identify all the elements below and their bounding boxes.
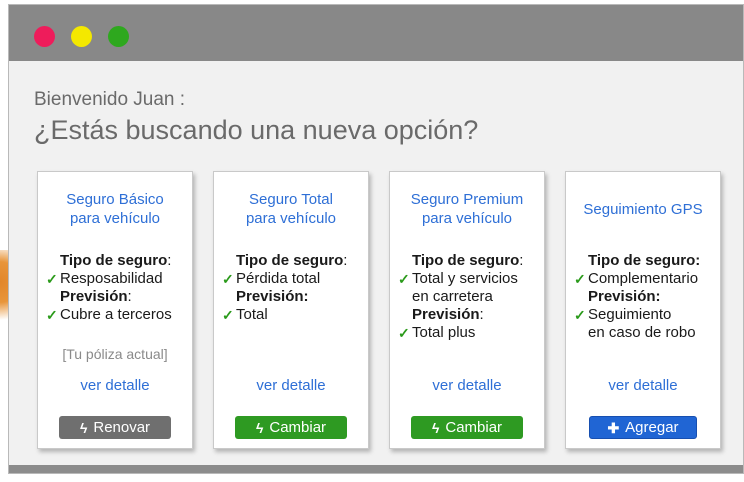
card-title: Seguro Básico para vehículo bbox=[66, 191, 164, 227]
tipo-label: Tipo de seguro: bbox=[588, 252, 701, 269]
check-icon: ✓ bbox=[574, 307, 586, 323]
tipo-value: Pérdida total bbox=[236, 270, 321, 287]
plan-card-seguimiento-gps: Seguimiento GPS Tipo de seguro: ✓ Complem… bbox=[565, 171, 721, 449]
view-detail-link[interactable]: ver detalle bbox=[38, 377, 192, 394]
bolt-icon: ϟ bbox=[79, 419, 88, 436]
minimize-window-button[interactable] bbox=[71, 26, 92, 47]
check-icon: ✓ bbox=[46, 307, 58, 323]
page-headline: ¿Estás buscando una nueva opción? bbox=[34, 115, 479, 145]
plan-card-seguro-basico: Seguro Básico para vehículo Tipo de segu… bbox=[37, 171, 193, 449]
window-titlebar bbox=[9, 5, 743, 61]
close-window-button[interactable] bbox=[34, 26, 55, 47]
check-icon: ✓ bbox=[222, 307, 234, 323]
maximize-window-button[interactable] bbox=[108, 26, 129, 47]
prevision-value: Seguimiento bbox=[588, 306, 672, 323]
prevision-value: Cubre a terceros bbox=[60, 306, 172, 323]
card-info: Tipo de seguro: ✓ Resposabilidad Previsió… bbox=[46, 252, 172, 323]
check-icon: ✓ bbox=[398, 271, 410, 287]
prevision-label: Previsión: bbox=[236, 288, 309, 305]
check-icon: ✓ bbox=[222, 271, 234, 287]
change-button[interactable]: ϟ Cambiar bbox=[235, 416, 347, 439]
tipo-label: Tipo de seguro bbox=[60, 252, 168, 269]
card-info: Tipo de seguro: ✓ Pérdida total Previsión… bbox=[222, 252, 348, 323]
browser-window: Bienvenido Juan : ¿Estás buscando una nu… bbox=[8, 4, 744, 474]
prevision-label: Previsión: bbox=[588, 288, 661, 305]
bolt-icon: ϟ bbox=[255, 419, 264, 436]
stage: Bienvenido Juan : ¿Estás buscando una nu… bbox=[0, 0, 744, 482]
change-button[interactable]: ϟ Cambiar bbox=[411, 416, 523, 439]
card-title: Seguro Premium para vehículo bbox=[410, 191, 524, 227]
add-button[interactable]: ✚ Agregar bbox=[589, 416, 697, 439]
greeting-text: Bienvenido Juan : bbox=[34, 89, 186, 110]
plan-card-seguro-premium: Seguro Premium para vehículo Tipo de seg… bbox=[389, 171, 545, 449]
tipo-label: Tipo de seguro bbox=[236, 252, 344, 269]
prevision-label: Previsión bbox=[60, 288, 128, 305]
card-title: Seguimiento GPS bbox=[583, 201, 703, 218]
view-detail-link[interactable]: ver detalle bbox=[214, 377, 368, 394]
plus-icon: ✚ bbox=[607, 419, 620, 436]
prevision-value: Total plus bbox=[412, 324, 476, 341]
renew-button[interactable]: ϟ Renovar bbox=[59, 416, 171, 439]
tipo-value: Total y servicios bbox=[412, 270, 518, 287]
bolt-icon: ϟ bbox=[431, 419, 440, 436]
view-detail-link[interactable]: ver detalle bbox=[390, 377, 544, 394]
card-info: Tipo de seguro: ✓ Total y servicios en ca… bbox=[398, 252, 524, 341]
tipo-value: Complementario bbox=[588, 270, 699, 287]
plan-card-seguro-total: Seguro Total para vehículo Tipo de segur… bbox=[213, 171, 369, 449]
view-detail-link[interactable]: ver detalle bbox=[566, 377, 720, 394]
card-info: Tipo de seguro: ✓ Complementario Previsió… bbox=[574, 252, 701, 341]
prevision-label: Previsión bbox=[412, 306, 480, 323]
card-title: Seguro Total para vehículo bbox=[245, 191, 337, 227]
tipo-label: Tipo de seguro bbox=[412, 252, 520, 269]
check-icon: ✓ bbox=[398, 325, 410, 341]
prevision-value: Total bbox=[236, 306, 268, 323]
tipo-value: Resposabilidad bbox=[60, 270, 163, 287]
window-bottom-bar bbox=[9, 465, 743, 473]
current-policy-note: [Tu póliza actual] bbox=[62, 346, 168, 362]
check-icon: ✓ bbox=[46, 271, 58, 287]
check-icon: ✓ bbox=[574, 271, 586, 287]
